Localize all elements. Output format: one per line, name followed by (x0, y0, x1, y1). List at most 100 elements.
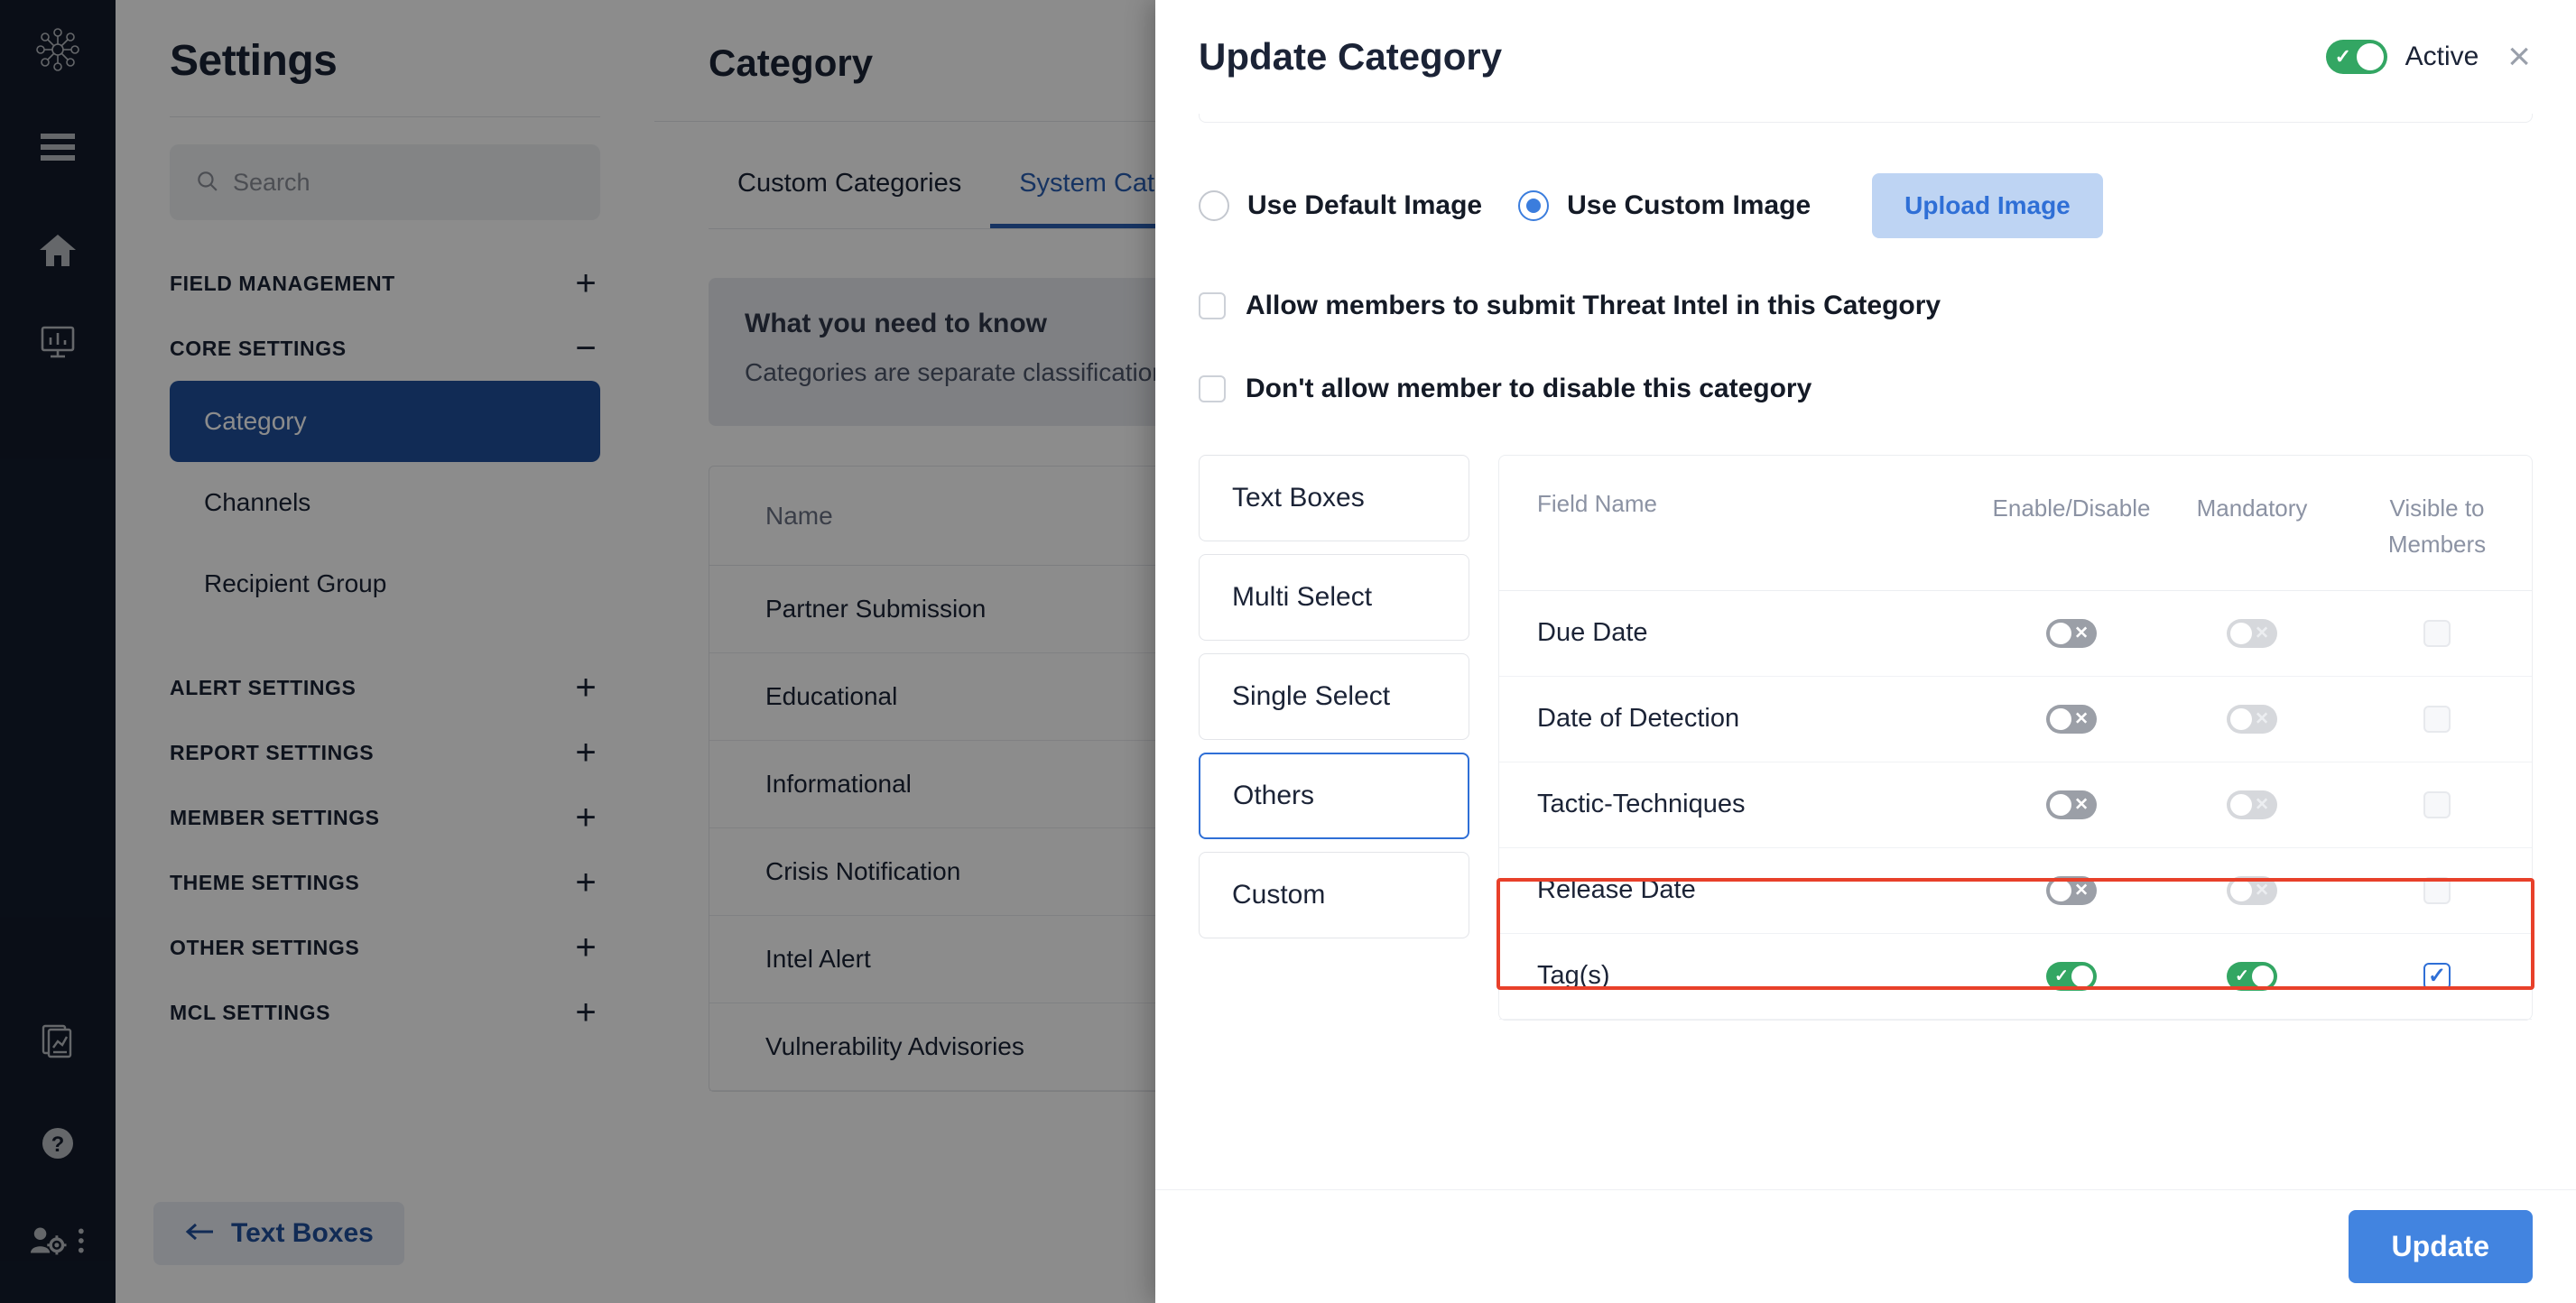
column-enable-disable: Enable/Disable (1992, 494, 2151, 522)
modal-title: Update Category (1199, 35, 1503, 78)
cross-mark-icon: ✕ (2255, 624, 2269, 643)
visible-checkbox[interactable] (2423, 962, 2451, 990)
enable-toggle[interactable]: ✕ (2046, 875, 2097, 905)
field-type-list: Text Boxes Multi Select Single Select Ot… (1199, 455, 1469, 1021)
visible-checkbox-cell[interactable] (2342, 705, 2532, 733)
column-visible-line1: Visible to (2389, 494, 2485, 522)
close-icon[interactable]: × (2500, 37, 2538, 77)
column-visible-line2: Members (2387, 531, 2487, 559)
enable-toggle[interactable]: ✕ (2046, 704, 2097, 734)
field-type-multi-select[interactable]: Multi Select (1199, 554, 1469, 641)
toggle-knob (2050, 622, 2071, 644)
cross-mark-icon: ✕ (2255, 709, 2269, 729)
radio-label: Use Default Image (1247, 190, 1483, 220)
toggle-knob (2230, 793, 2252, 816)
field-name: Due Date (1537, 618, 1648, 648)
mandatory-toggle-cell[interactable]: ✕ (2162, 618, 2342, 648)
visible-checkbox-cell[interactable] (2342, 876, 2532, 904)
radio-unchecked-icon[interactable] (1199, 190, 1229, 221)
cross-mark-icon: ✕ (2074, 881, 2089, 901)
checkbox-label: Don't allow member to disable this categ… (1246, 374, 1812, 403)
checkbox-label: Allow members to submit Threat Intel in … (1246, 291, 1941, 320)
mandatory-toggle[interactable]: ✓ (2227, 961, 2277, 991)
toggle-knob (2050, 793, 2071, 816)
field-settings-table: Field Name Enable/Disable Mandatory Visi… (1496, 455, 2534, 1021)
mandatory-toggle[interactable]: ✕ (2227, 875, 2277, 905)
active-toggle[interactable]: ✓ (2325, 40, 2387, 74)
enable-toggle[interactable]: ✕ (2046, 618, 2097, 648)
visible-checkbox-cell[interactable] (2342, 619, 2532, 647)
table-row: Due Date ✕ ✕ (1499, 591, 2532, 677)
check-mark-icon: ✓ (2054, 966, 2069, 986)
active-toggle-group[interactable]: ✓ Active (2325, 40, 2479, 74)
cross-mark-icon: ✕ (2074, 709, 2089, 729)
toggle-knob (2230, 879, 2252, 901)
check-mark-icon: ✓ (2334, 45, 2352, 68)
toggle-knob (2071, 965, 2093, 987)
enable-toggle[interactable]: ✕ (2046, 790, 2097, 819)
checkbox-allow-threat-intel[interactable]: Allow members to submit Threat Intel in … (1199, 291, 2533, 321)
toggle-knob (2050, 707, 2071, 730)
enable-toggle-cell[interactable]: ✕ (1981, 704, 2162, 734)
radio-use-custom-image[interactable]: Use Custom Image (1518, 190, 1811, 221)
modal-footer: Update (1155, 1189, 2576, 1303)
field-type-single-select[interactable]: Single Select (1199, 653, 1469, 740)
radio-checked-icon[interactable] (1518, 190, 1550, 221)
table-row: Date of Detection ✕ ✕ (1499, 677, 2532, 762)
visible-checkbox-cell[interactable] (2342, 962, 2532, 990)
column-field-name: Field Name (1537, 490, 1657, 517)
radio-use-default-image[interactable]: Use Default Image (1199, 190, 1482, 221)
scrolled-field-stub (1199, 114, 2533, 123)
visible-checkbox-cell[interactable] (2342, 790, 2532, 818)
update-category-modal: Update Category ✓ Active × Use Default I… (1155, 0, 2576, 1303)
field-name: Date of Detection (1537, 704, 1740, 734)
cross-mark-icon: ✕ (2074, 795, 2089, 815)
toggle-knob (2230, 622, 2252, 644)
modal-body: Use Default Image Use Custom Image Uploa… (1155, 114, 2576, 1189)
table-row: Tactic-Techniques ✕ ✕ (1499, 762, 2532, 848)
enable-toggle-cell[interactable]: ✓ (1981, 961, 2162, 991)
toggle-knob (2252, 965, 2274, 987)
upload-image-button[interactable]: Upload Image (1872, 173, 2103, 238)
fields-section: Text Boxes Multi Select Single Select Ot… (1199, 455, 2534, 1021)
field-type-others[interactable]: Others (1199, 753, 1469, 839)
column-visible-to-members: Visible to Members (2342, 490, 2532, 563)
mandatory-toggle-cell[interactable]: ✕ (2162, 790, 2342, 819)
modal-header: Update Category ✓ Active × (1155, 0, 2576, 114)
cross-mark-icon: ✕ (2255, 881, 2269, 901)
enable-toggle-cell[interactable]: ✕ (1981, 875, 2162, 905)
mandatory-toggle-cell[interactable]: ✕ (2162, 875, 2342, 905)
field-name: Release Date (1537, 875, 1696, 905)
field-table-header: Field Name Enable/Disable Mandatory Visi… (1499, 456, 2532, 591)
check-mark-icon: ✓ (2235, 966, 2249, 986)
mandatory-toggle-cell[interactable]: ✕ (2162, 704, 2342, 734)
enable-toggle[interactable]: ✓ (2046, 961, 2097, 991)
checkbox-icon[interactable] (1199, 375, 1226, 402)
table-row: Release Date ✕ ✕ (1499, 848, 2532, 934)
cross-mark-icon: ✕ (2255, 795, 2269, 815)
checkbox-disallow-disable[interactable]: Don't allow member to disable this categ… (1199, 374, 2533, 404)
field-type-custom[interactable]: Custom (1199, 852, 1469, 938)
update-button[interactable]: Update (2348, 1210, 2533, 1283)
mandatory-toggle[interactable]: ✕ (2227, 618, 2277, 648)
visible-checkbox[interactable] (2423, 705, 2451, 733)
mandatory-toggle[interactable]: ✕ (2227, 790, 2277, 819)
visible-checkbox[interactable] (2423, 619, 2451, 647)
checkbox-icon[interactable] (1199, 292, 1226, 319)
column-mandatory: Mandatory (2196, 494, 2308, 522)
toggle-knob (2230, 707, 2252, 730)
cross-mark-icon: ✕ (2074, 624, 2089, 643)
enable-toggle-cell[interactable]: ✕ (1981, 618, 2162, 648)
table-row-highlighted: Tag(s) ✓ ✓ (1499, 934, 2532, 1020)
field-name: Tactic-Techniques (1537, 790, 1746, 819)
field-name: Tag(s) (1537, 961, 1610, 991)
image-option-group: Use Default Image Use Custom Image Uploa… (1199, 173, 2533, 238)
mandatory-toggle[interactable]: ✕ (2227, 704, 2277, 734)
visible-checkbox[interactable] (2423, 790, 2451, 818)
toggle-knob (2050, 879, 2071, 901)
visible-checkbox[interactable] (2423, 876, 2451, 904)
mandatory-toggle-cell[interactable]: ✓ (2162, 961, 2342, 991)
active-toggle-label: Active (2405, 42, 2479, 71)
enable-toggle-cell[interactable]: ✕ (1981, 790, 2162, 819)
field-type-text-boxes[interactable]: Text Boxes (1199, 455, 1469, 541)
